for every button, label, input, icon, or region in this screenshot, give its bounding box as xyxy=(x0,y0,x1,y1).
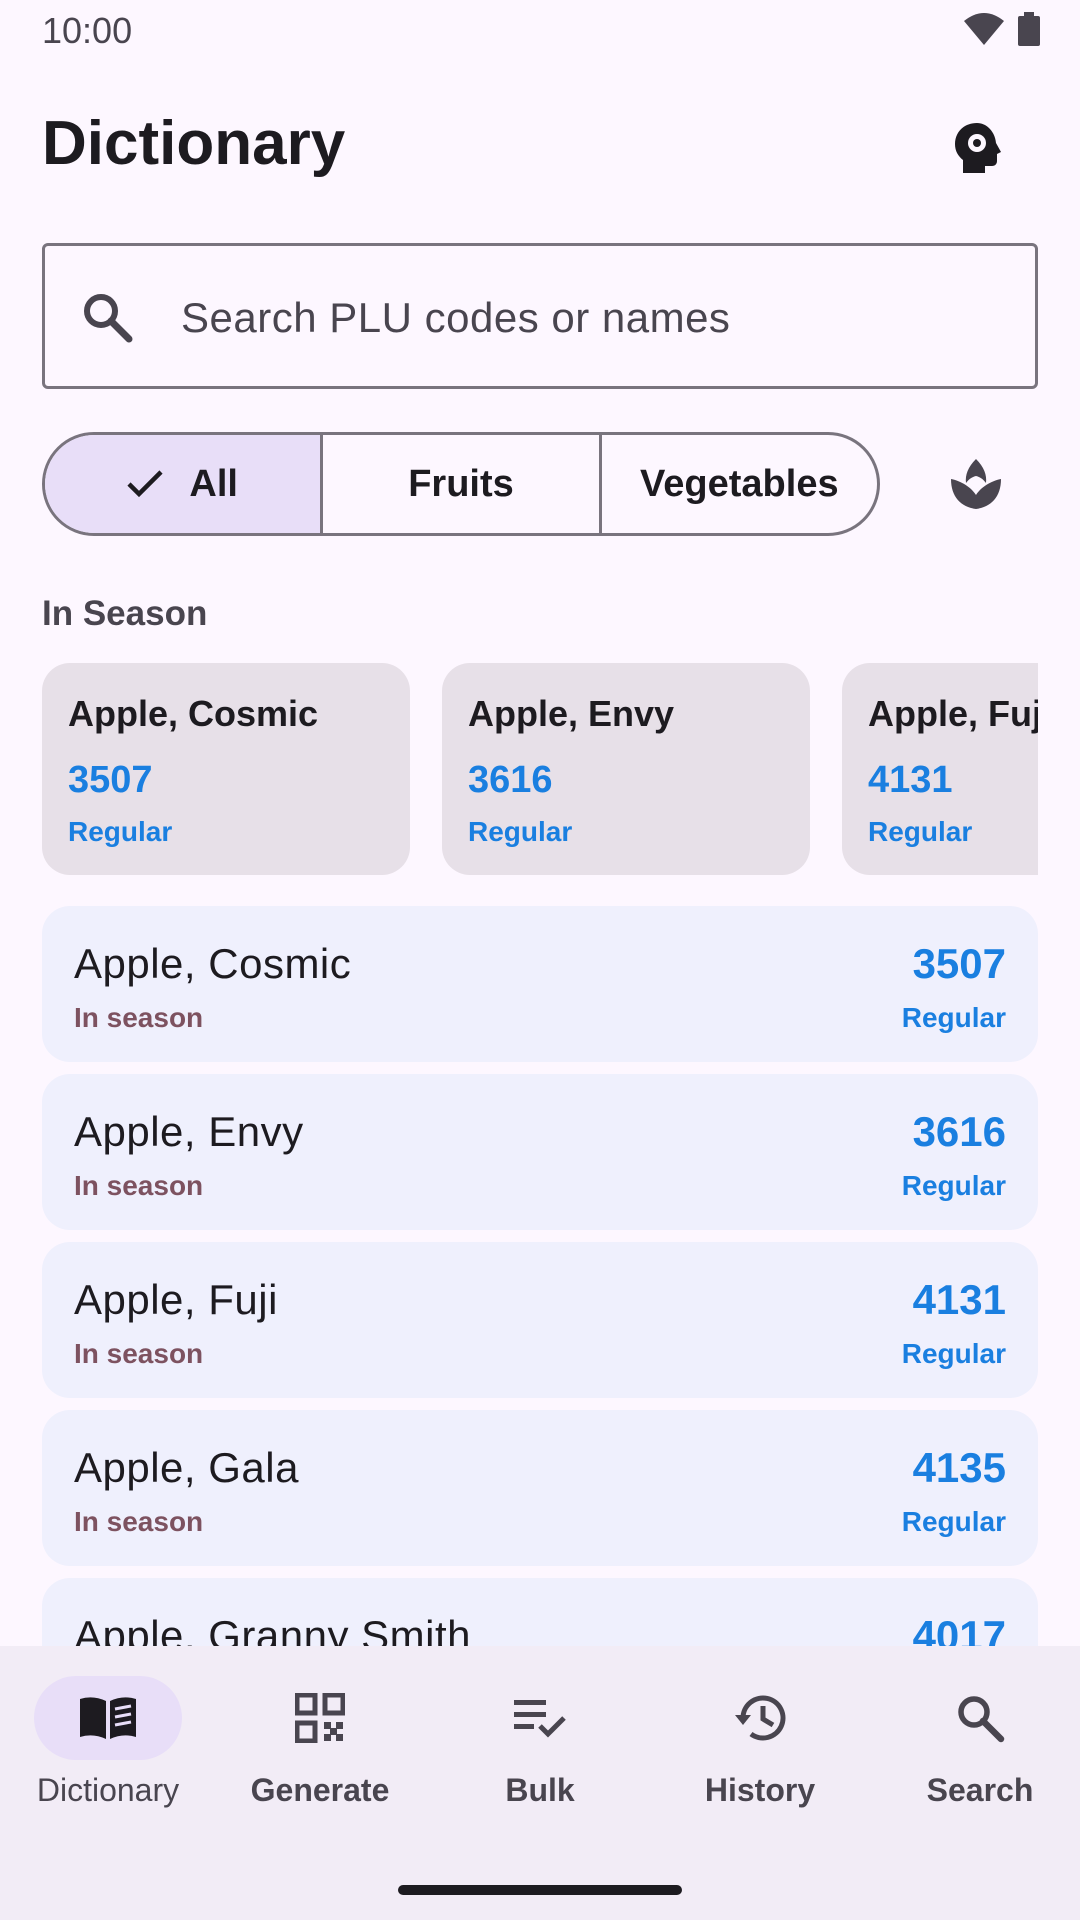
in-season-carousel[interactable]: Apple, Cosmic 3507 Regular Apple, Envy 3… xyxy=(42,663,1038,875)
search-placeholder: Search PLU codes or names xyxy=(181,294,731,341)
search-input[interactable]: Search PLU codes or names xyxy=(42,243,1038,389)
list-item[interactable]: Apple, Gala In season 4135 Regular xyxy=(42,1410,1038,1566)
list-item[interactable]: Apple, Envy In season 3616 Regular xyxy=(42,1074,1038,1230)
check-icon xyxy=(127,470,163,498)
item-season-status: In season xyxy=(74,1002,204,1033)
plu-list[interactable]: Apple, Cosmic In season 3507 Regular App… xyxy=(42,906,1038,1646)
wifi-icon xyxy=(964,13,1004,45)
item-code: 3616 xyxy=(912,1108,1006,1155)
nav-generate-icon-wrap xyxy=(246,1676,394,1760)
list-item[interactable]: Apple, Fuji In season 4131 Regular xyxy=(42,1242,1038,1398)
nav-dictionary-indicator xyxy=(34,1676,182,1760)
nav-history-label: History xyxy=(704,1772,816,1808)
search-icon xyxy=(958,1696,1005,1743)
nav-history-icon-wrap xyxy=(686,1676,834,1760)
item-name: Apple, Gala xyxy=(74,1444,299,1491)
battery-icon xyxy=(1018,12,1040,46)
head-gear-icon xyxy=(955,123,1001,173)
item-type: Regular xyxy=(901,1002,1006,1033)
item-name: Apple, Cosmic xyxy=(74,940,352,987)
item-season-status: In season xyxy=(74,1170,204,1201)
filter-all-label: All xyxy=(189,462,238,505)
filter-vegetables-label: Vegetables xyxy=(640,462,839,505)
nav-search-label: Search xyxy=(926,1772,1034,1808)
filter-vegetables-button[interactable]: Vegetables xyxy=(602,435,877,533)
nav-search-icon-wrap xyxy=(906,1676,1054,1760)
item-type: Regular xyxy=(901,1506,1006,1537)
playlist-check-icon xyxy=(514,1700,566,1738)
nav-generate[interactable]: Generate xyxy=(212,1676,428,1836)
history-icon xyxy=(735,1695,786,1741)
item-name: Apple, Envy xyxy=(74,1108,304,1155)
item-type: Regular xyxy=(901,1170,1006,1201)
in-season-heading: In Season xyxy=(42,594,208,633)
category-filter: All Fruits Vegetables xyxy=(42,432,880,536)
item-season-status: In season xyxy=(74,1506,204,1537)
nav-dictionary-label: Dictionary xyxy=(36,1772,180,1808)
qr-code-icon xyxy=(295,1693,345,1743)
list-item[interactable]: Apple, Granny Smith 4017 xyxy=(42,1578,1038,1646)
nav-bulk-label: Bulk xyxy=(505,1772,575,1808)
season-card-name: Apple, Fuji xyxy=(868,693,1038,734)
item-season-status: In season xyxy=(74,1338,204,1369)
list-item[interactable]: Apple, Cosmic In season 3507 Regular xyxy=(42,906,1038,1062)
season-filter-button[interactable] xyxy=(944,452,1008,516)
filter-all-button[interactable]: All xyxy=(45,435,324,533)
psychology-button[interactable] xyxy=(944,114,1012,182)
season-card-code: 3507 xyxy=(68,759,153,801)
search-icon xyxy=(84,294,133,343)
item-type: Regular xyxy=(901,1338,1006,1369)
status-time: 10:00 xyxy=(42,10,133,51)
nav-generate-label: Generate xyxy=(250,1772,390,1808)
book-icon xyxy=(80,1697,136,1739)
filter-fruits-label: Fruits xyxy=(408,462,514,505)
item-code: 4017 xyxy=(912,1612,1006,1646)
page-title: Dictionary xyxy=(42,109,346,178)
season-card-name: Apple, Envy xyxy=(468,693,675,734)
season-card-code: 3616 xyxy=(468,759,553,801)
status-bar: 10:00 xyxy=(0,0,1080,62)
season-card[interactable]: Apple, Cosmic 3507 Regular xyxy=(42,663,410,875)
nav-search[interactable]: Search xyxy=(872,1676,1080,1836)
spa-icon xyxy=(951,459,1001,509)
item-name: Apple, Granny Smith xyxy=(74,1612,472,1646)
home-indicator[interactable] xyxy=(398,1885,682,1895)
season-card-type: Regular xyxy=(68,816,173,847)
nav-dictionary[interactable]: Dictionary xyxy=(0,1676,216,1836)
season-card-type: Regular xyxy=(868,816,973,847)
filter-fruits-button[interactable]: Fruits xyxy=(323,435,602,533)
season-card-type: Regular xyxy=(468,816,573,847)
status-icons xyxy=(964,12,1040,46)
season-card[interactable]: Apple, Fuji 4131 Regular xyxy=(842,663,1038,875)
bottom-navigation: Dictionary Generate Bulk History Search xyxy=(0,1646,1080,1920)
season-card-code: 4131 xyxy=(868,759,953,801)
nav-bulk-icon-wrap xyxy=(466,1676,614,1760)
nav-bulk[interactable]: Bulk xyxy=(432,1676,648,1836)
season-card-name: Apple, Cosmic xyxy=(68,693,319,734)
item-code: 4131 xyxy=(912,1276,1006,1323)
nav-history[interactable]: History xyxy=(652,1676,868,1836)
item-name: Apple, Fuji xyxy=(74,1276,278,1323)
season-card[interactable]: Apple, Envy 3616 Regular xyxy=(442,663,810,875)
item-code: 3507 xyxy=(912,940,1006,987)
item-code: 4135 xyxy=(912,1444,1006,1491)
